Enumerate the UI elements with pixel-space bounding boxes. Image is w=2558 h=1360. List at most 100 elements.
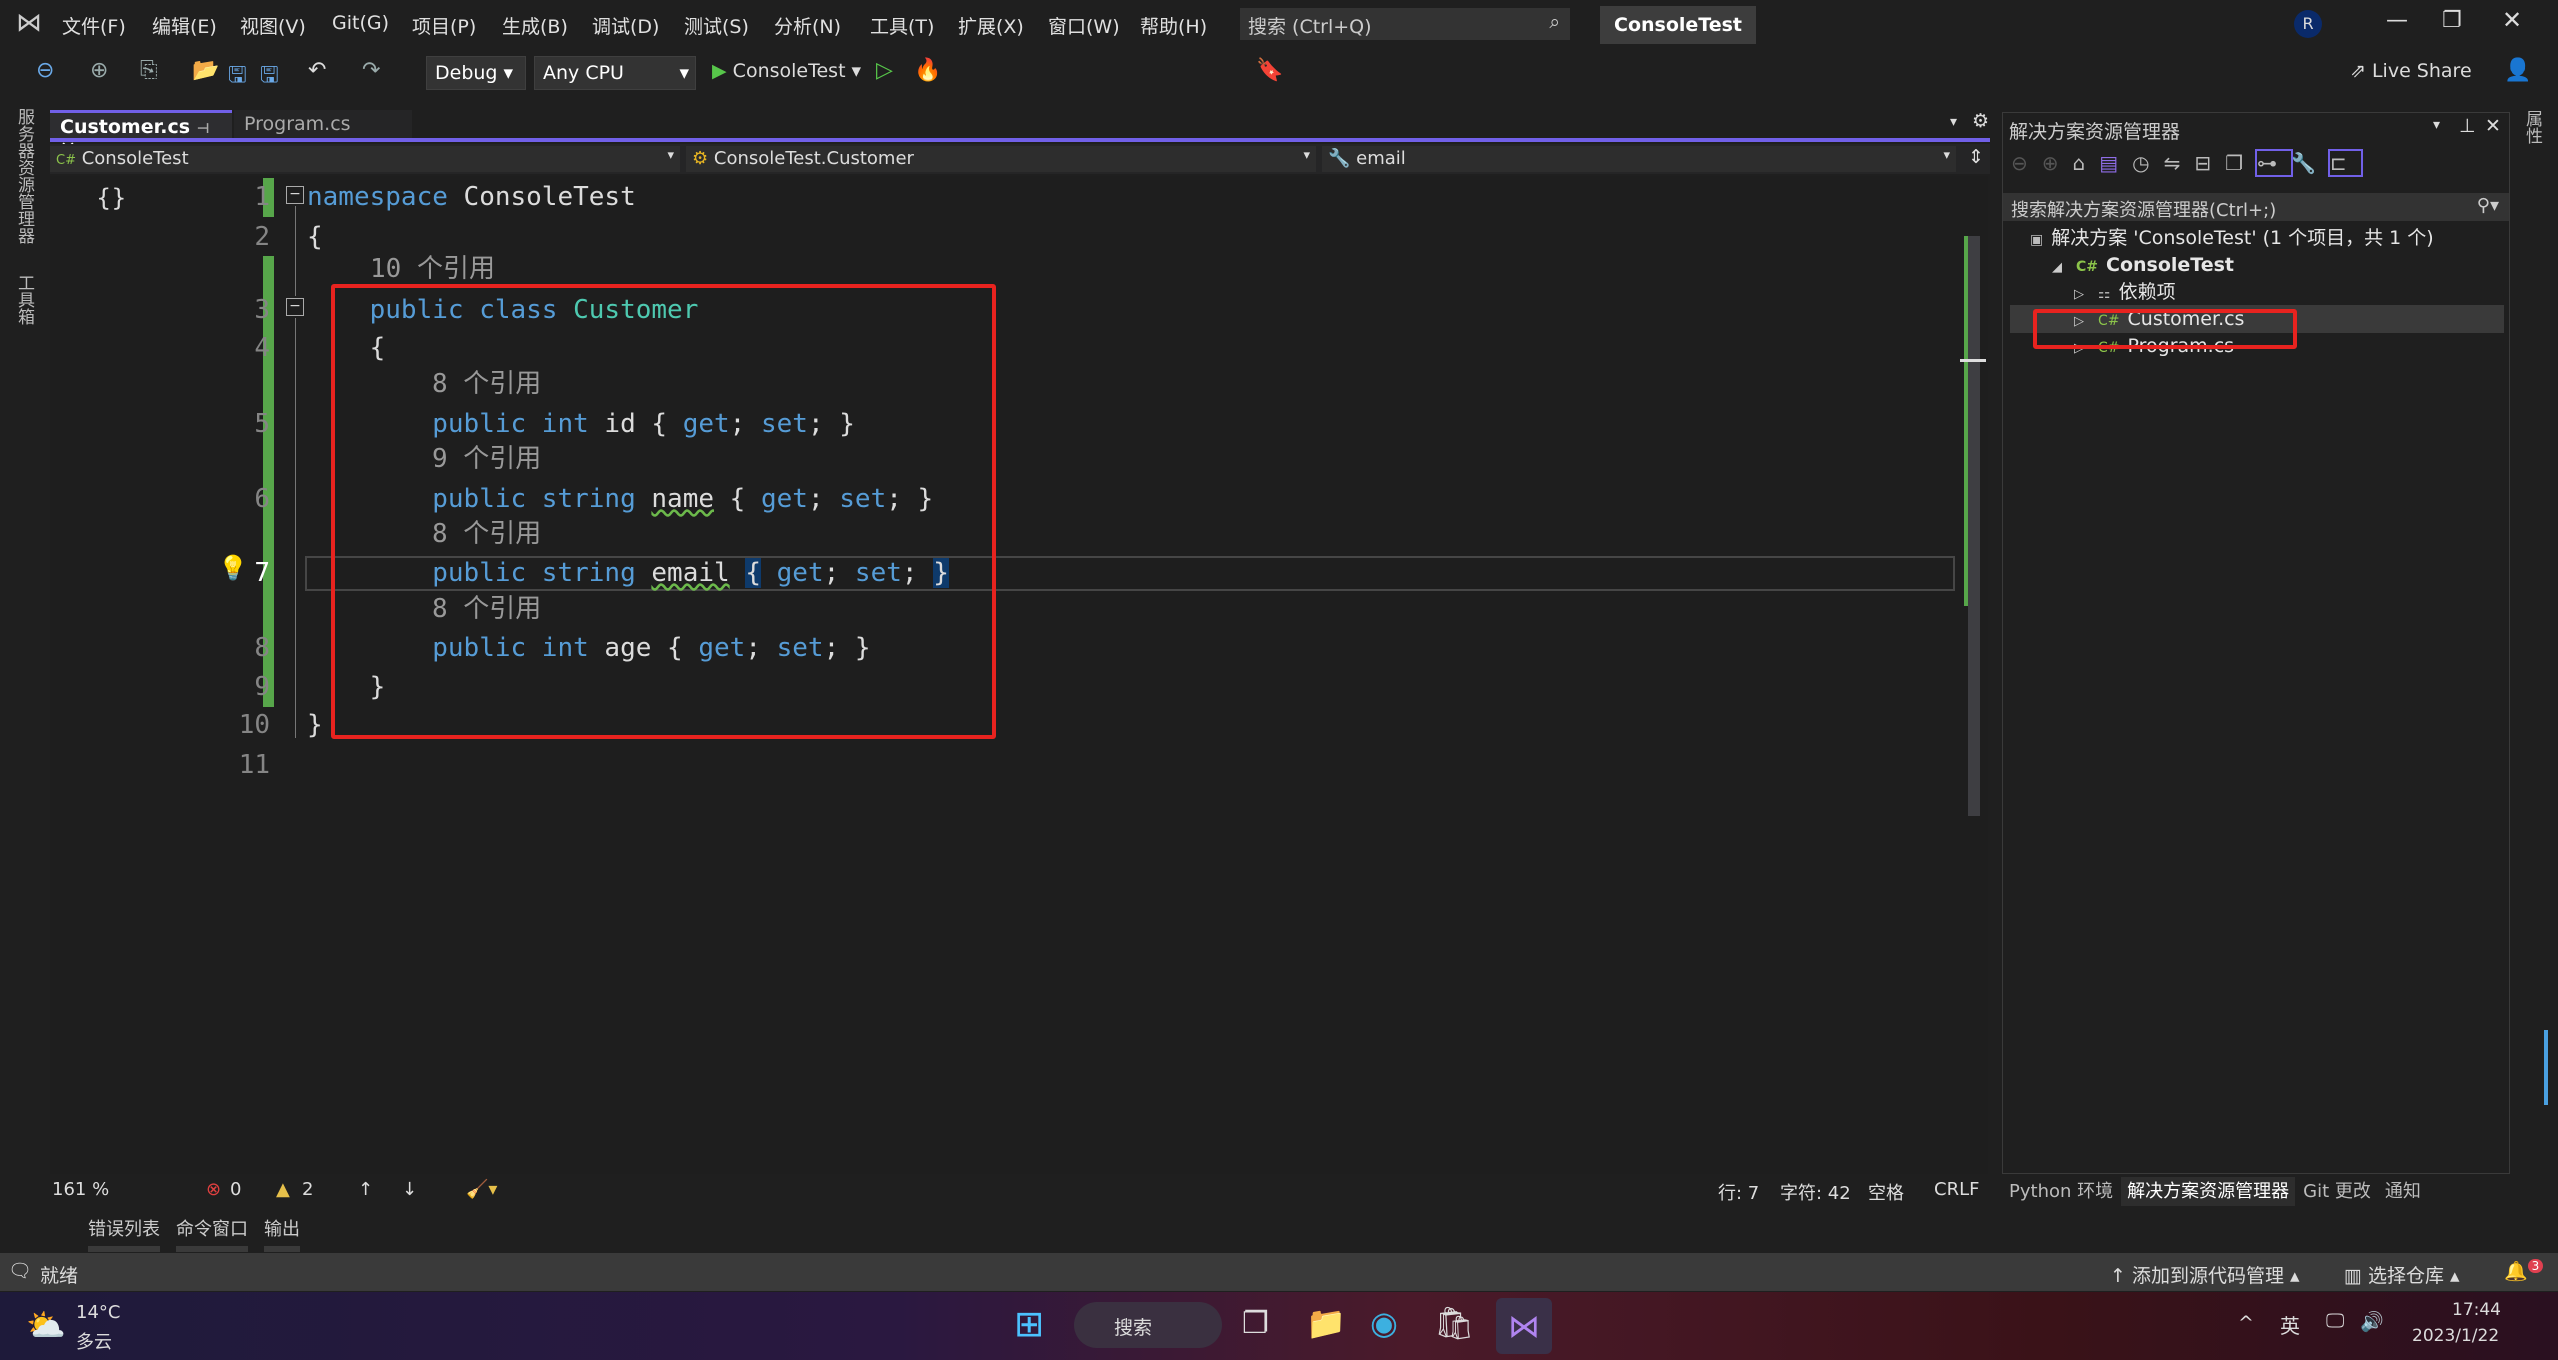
code-line[interactable]: {	[307, 218, 323, 256]
tab-customer-cs[interactable]: Customer.cs ⊣ ✕	[50, 110, 232, 160]
add-to-source-control-button[interactable]: ↑ 添加到源代码管理 ▴	[2110, 1261, 2300, 1288]
bookmark-icon[interactable]: 🔖	[1256, 58, 1283, 83]
new-project-icon[interactable]: ⎘	[140, 58, 158, 83]
expander-icon[interactable]: ▷	[2074, 287, 2084, 302]
server-explorer-tab[interactable]: 服务器资源管理器	[12, 108, 37, 244]
visual-studio-taskbar-icon[interactable]: ⋈	[1496, 1298, 1552, 1354]
collapse-namespace-icon[interactable]: −	[286, 186, 304, 204]
code-editor[interactable]: {} − − 💡 1 namespace ConsoleTest 2{10 个引用 3…	[50, 176, 1962, 1174]
collapse-all-icon[interactable]: ⊟	[2194, 151, 2225, 175]
close-button[interactable]: ✕	[2502, 6, 2522, 34]
code-line[interactable]: }	[307, 706, 323, 744]
menu-item[interactable]: 生成(B)	[502, 12, 568, 39]
collapse-class-icon[interactable]: −	[286, 298, 304, 316]
edge-icon[interactable]: ◉	[1370, 1304, 1398, 1342]
volume-icon[interactable]: 🔊	[2360, 1310, 2384, 1333]
split-icon[interactable]: ⇕	[1968, 146, 1984, 168]
error-count[interactable]: 0	[230, 1179, 241, 1200]
panel-tab[interactable]: Python 环境	[2003, 1177, 2119, 1206]
menu-item[interactable]: 项目(P)	[412, 12, 476, 39]
tool-window-tab[interactable]: 错误列表	[88, 1219, 160, 1252]
ime-indicator[interactable]: 英	[2280, 1310, 2300, 1339]
toolbox-tab[interactable]: 工具箱	[12, 274, 37, 325]
menu-item[interactable]: 调试(D)	[592, 12, 659, 39]
undo-icon[interactable]: ↶	[308, 58, 326, 83]
pin-icon[interactable]: ⊥	[2459, 115, 2476, 137]
code-line[interactable]: namespace ConsoleTest	[307, 178, 636, 216]
next-issue-icon[interactable]: ↓	[402, 1179, 417, 1200]
tray-overflow-icon[interactable]: ^	[2238, 1312, 2254, 1334]
panel-tab[interactable]: 解决方案资源管理器	[2121, 1177, 2296, 1206]
store-icon[interactable]: 🛍	[1434, 1304, 1475, 1342]
back-icon[interactable]: ⊖⊕	[2011, 151, 2073, 175]
settings-icon[interactable]: ⚙	[1972, 110, 1989, 132]
show-all-files-icon[interactable]: ❐	[2225, 151, 2257, 175]
restore-button[interactable]: ❐	[2442, 8, 2462, 33]
save-icon[interactable]: 🖫	[228, 58, 247, 96]
type-dropdown[interactable]: ⚙ ConsoleTest.Customer ▾	[686, 146, 1316, 172]
menu-item[interactable]: 编辑(E)	[152, 12, 217, 39]
codelens-references[interactable]: 10 个引用	[370, 250, 495, 288]
hot-reload-icon[interactable]: 🔥	[914, 58, 941, 83]
menu-item[interactable]: 帮助(H)	[1140, 12, 1207, 39]
member-dropdown[interactable]: 🔧 email ▾	[1322, 146, 1956, 172]
menu-item[interactable]: 分析(N)	[774, 12, 841, 39]
menu-item[interactable]: 工具(T)	[870, 12, 934, 39]
open-icon[interactable]: 📂	[192, 58, 219, 83]
feedback-icon[interactable]: 👤	[2504, 58, 2531, 83]
sync-icon[interactable]: ⇋	[2164, 151, 2195, 175]
panel-menu-icon[interactable]: ▾	[2433, 117, 2440, 133]
configuration-dropdown[interactable]: Debug ▾	[426, 56, 526, 90]
menu-item[interactable]: 扩展(X)	[958, 12, 1024, 39]
taskbar-search[interactable]: 搜索	[1074, 1302, 1222, 1348]
search-box[interactable]: 搜索 (Ctrl+Q) ⌕	[1240, 8, 1570, 40]
scroll-thumb[interactable]	[1968, 236, 1980, 816]
cleanup-icon[interactable]: 🧹▾	[466, 1179, 497, 1200]
tab-overflow-icon[interactable]: ▾	[1950, 114, 1957, 130]
properties-icon[interactable]: 🔧	[2291, 151, 2330, 175]
panel-tab[interactable]: 通知	[2379, 1177, 2427, 1206]
vertical-scrollbar[interactable]	[1960, 176, 1988, 1174]
task-view-icon[interactable]: ❐	[1242, 1306, 1269, 1341]
avatar[interactable]: R	[2294, 10, 2322, 38]
back-icon[interactable]: ⊖	[36, 58, 54, 83]
clock-time[interactable]: 17:44	[2452, 1300, 2501, 1320]
previous-issue-icon[interactable]: ↑	[358, 1179, 373, 1200]
home-icon[interactable]: ⌂	[2073, 151, 2100, 175]
start-without-debug-icon[interactable]: ▷	[876, 58, 893, 83]
expander-icon[interactable]: ◢	[2052, 260, 2062, 275]
tree-item[interactable]: ◢ C# ConsoleTest	[2010, 251, 2504, 279]
properties-tab[interactable]: 属性	[2520, 110, 2545, 144]
preview-icon[interactable]: ⊏	[2327, 149, 2363, 177]
select-repository-button[interactable]: ▥ 选择仓库 ▴	[2344, 1261, 2460, 1288]
start-button[interactable]: ▶ ConsoleTest ▾	[712, 60, 861, 82]
menu-item[interactable]: Git(G)	[332, 12, 389, 34]
tree-item[interactable]: ▣ 解决方案 'ConsoleTest' (1 个项目，共 1 个)	[2010, 224, 2504, 252]
network-icon[interactable]: 🖵	[2326, 1310, 2344, 1332]
switch-views-icon[interactable]: ▤	[2099, 151, 2132, 175]
warning-count[interactable]: 2	[302, 1179, 313, 1200]
menu-item[interactable]: 测试(S)	[684, 12, 749, 39]
tab-program-cs[interactable]: Program.cs	[234, 110, 412, 138]
save-all-icon[interactable]: 🖫	[260, 58, 279, 96]
tool-window-tab[interactable]: 命令窗口	[176, 1219, 248, 1252]
history-icon[interactable]: ◷	[2132, 151, 2163, 175]
platform-dropdown[interactable]: Any CPU ▾	[534, 56, 696, 90]
forward-icon[interactable]: ⊕	[90, 58, 108, 83]
tool-window-tab[interactable]: 输出	[264, 1219, 300, 1252]
file-explorer-icon[interactable]: 📁	[1306, 1304, 1346, 1342]
solution-search-input[interactable]: 搜索解决方案资源管理器(Ctrl+;) ⚲▾	[2003, 193, 2509, 221]
clock-date[interactable]: 2023/1/22	[2412, 1326, 2499, 1346]
zoom-level[interactable]: 161 %	[52, 1179, 109, 1200]
close-panel-icon[interactable]: ✕	[2485, 115, 2501, 137]
live-share-button[interactable]: ⇗ Live Share	[2350, 60, 2472, 82]
indentation[interactable]: 空格	[1868, 1179, 1904, 1205]
notifications-icon[interactable]: 🔔 3	[2504, 1259, 2544, 1282]
line-endings[interactable]: CRLF	[1934, 1179, 1979, 1200]
start-icon[interactable]: ⊞	[1014, 1304, 1044, 1345]
menu-item[interactable]: 窗口(W)	[1048, 12, 1120, 39]
project-dropdown[interactable]: C# ConsoleTest ▾	[50, 146, 680, 172]
menu-item[interactable]: 视图(V)	[240, 12, 306, 39]
redo-icon[interactable]: ↷	[362, 58, 380, 83]
pin-icon[interactable]: ⊣	[197, 121, 210, 137]
